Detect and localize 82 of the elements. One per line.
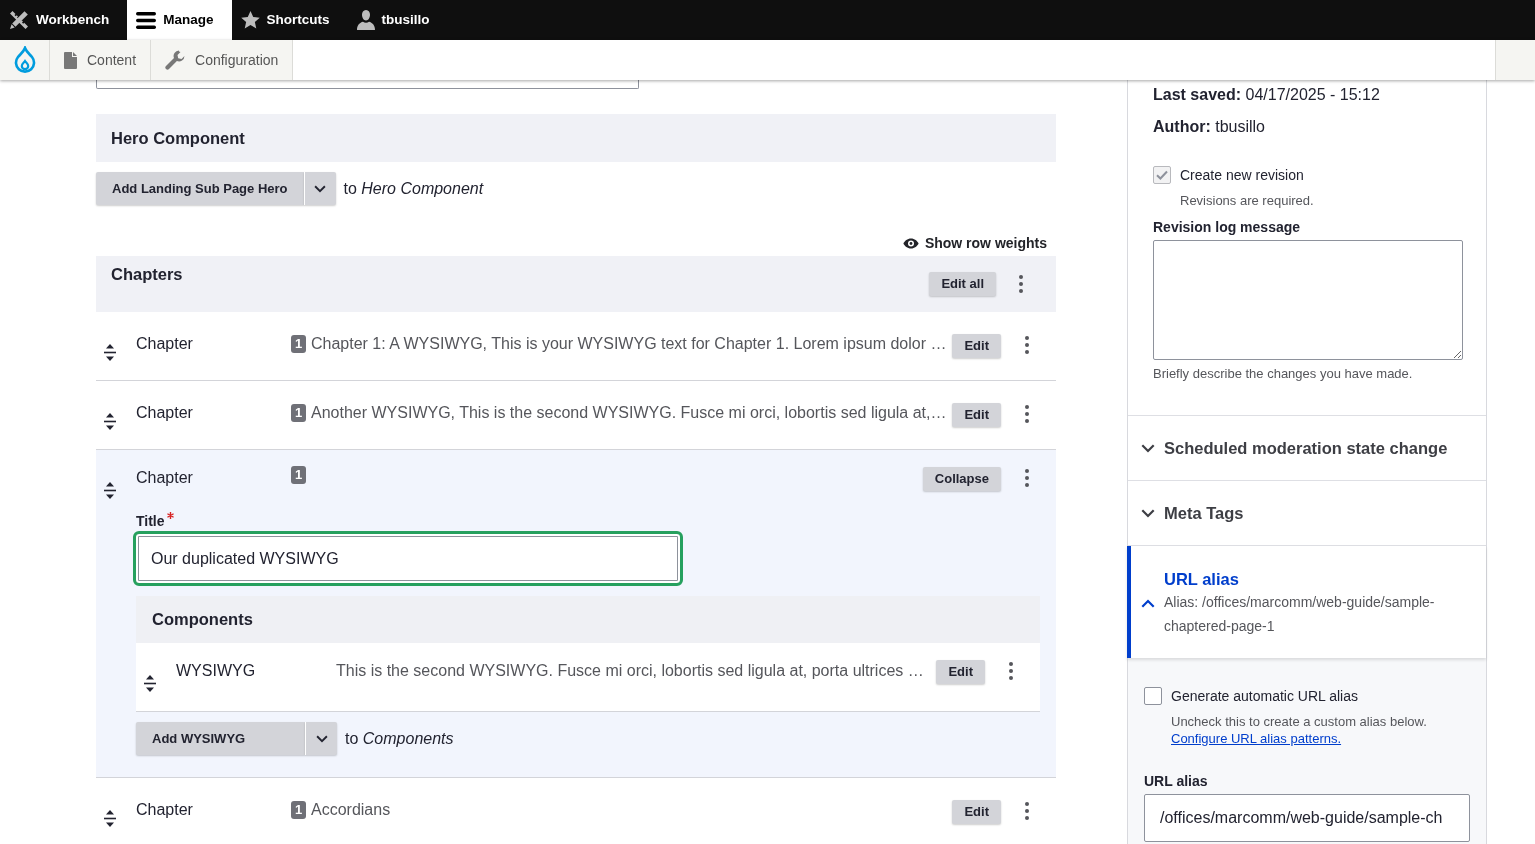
tick-icon <box>1156 170 1168 180</box>
dropdown-toggle-button[interactable] <box>303 172 336 205</box>
vertical-dots-icon <box>1025 405 1029 423</box>
add-button[interactable]: Add Landing Sub Page Hero <box>96 172 304 205</box>
field-label: Title <box>136 512 165 530</box>
help-text: Uncheck this to create a custom alias below. <box>1171 713 1427 730</box>
vertical-dots-icon <box>1009 662 1013 680</box>
menu-icon <box>136 11 157 29</box>
document-icon <box>64 51 77 69</box>
vertical-dots-icon <box>1025 802 1029 820</box>
section-toggle[interactable]: Meta Tags <box>1128 481 1486 545</box>
input-field[interactable] <box>96 80 639 89</box>
section-heading: Components <box>136 596 1040 643</box>
field-label: Revision log message <box>1153 218 1302 236</box>
field-label: URL alias <box>1144 772 1209 790</box>
row-label: Chapter <box>136 468 194 488</box>
toolbar-tab[interactable]: Shortcuts <box>231 0 348 40</box>
section-heading: Hero Component <box>96 114 1056 162</box>
toolbar-tab[interactable]: tbusillo <box>347 0 448 40</box>
show-row-weights-link[interactable]: Show row weights <box>902 235 1047 251</box>
section-toggle[interactable]: URL alias <box>1164 568 1239 590</box>
chevron-down-icon <box>1141 508 1155 518</box>
edit-button[interactable]: Edit <box>952 403 1001 427</box>
crossed-tools-icon <box>9 10 29 30</box>
row-summary: This is the second WYSIWYG. Fusce mi orci, lobortis sed ligula at, porta ultrices … <box>336 661 924 681</box>
drag-handle-icon[interactable] <box>104 344 116 361</box>
row-label: Chapter <box>136 800 194 820</box>
star-icon <box>240 11 260 29</box>
vertical-dots-icon <box>1025 336 1029 354</box>
toolbar-tab[interactable]: Workbench <box>0 0 128 40</box>
checkbox-label: Generate automatic URL alias <box>1171 687 1359 705</box>
section-summary: Alias: /offices/marcomm/web-guide/sample-chaptered-page-1 <box>1164 593 1436 636</box>
checkbox-label: Create new revision <box>1180 166 1304 184</box>
tray-link[interactable]: Content <box>50 40 152 80</box>
vertical-dots-icon <box>1019 275 1023 293</box>
chevron-down-icon <box>1141 443 1155 453</box>
home-link[interactable] <box>0 40 50 80</box>
target-label: to Hero Component <box>343 178 484 199</box>
water-drop-icon <box>12 46 37 74</box>
vertical-dots-icon <box>1025 469 1029 487</box>
collapse-button[interactable]: Collapse <box>922 467 1001 491</box>
configure-link[interactable]: Configure URL alias patterns. <box>1171 730 1342 747</box>
help-text: Revisions are required. <box>1180 193 1315 209</box>
row-label: Chapter <box>136 334 194 354</box>
tray-link[interactable]: Configuration <box>151 40 294 80</box>
user-icon <box>356 10 375 30</box>
row-summary: Accordians <box>311 800 391 820</box>
edit-button[interactable]: Edit <box>952 334 1001 358</box>
meta-text: Last saved: 04/17/2025 - 15:12 <box>1153 85 1381 105</box>
chevron-down-icon <box>314 184 326 193</box>
chevron-up-icon <box>1141 599 1155 608</box>
eye-icon <box>902 237 919 249</box>
add-button[interactable]: Add WYSIWYG <box>136 722 305 755</box>
message-field[interactable] <box>1153 240 1463 360</box>
title-input[interactable]: Our duplicated WYSIWYG <box>133 531 683 586</box>
edit-all-button[interactable]: Edit all <box>929 272 996 296</box>
toolbar-tab[interactable]: Manage <box>127 0 232 40</box>
row-label: WYSIWYG <box>176 661 257 681</box>
chevron-down-icon <box>315 734 328 743</box>
row-label: Chapter <box>136 403 194 423</box>
drag-handle-icon[interactable] <box>104 482 116 499</box>
count-badge: 1 <box>291 335 306 353</box>
target-label: to Components <box>345 728 454 749</box>
wrench-icon <box>165 50 186 70</box>
count-badge: 1 <box>291 801 306 819</box>
help-text: Briefly describe the changes you have made. <box>1153 366 1414 382</box>
tray-toggle-button[interactable] <box>1495 40 1535 80</box>
drag-handle-icon[interactable] <box>144 675 156 692</box>
edit-button[interactable]: Edit <box>952 800 1001 824</box>
edit-button[interactable]: Edit <box>936 660 985 684</box>
dropdown-toggle-button[interactable] <box>305 722 337 755</box>
row-summary: Another WYSIWYG, This is the second WYSIWYG. Fusce mi orci, lobortis sed ligula at,… <box>311 403 947 423</box>
row-summary: Chapter 1: A WYSIWYG, This is your WYSIWYG text for Chapter 1. Lorem ipsum dolor … <box>311 334 947 354</box>
drag-handle-icon[interactable] <box>104 810 116 827</box>
drag-handle-icon[interactable] <box>104 413 116 430</box>
url-alias-input[interactable]: /offices/marcomm/web-guide/sample-ch <box>1144 794 1470 842</box>
section-toggle[interactable]: Scheduled moderation state change <box>1128 416 1486 480</box>
meta-text: Author: tbusillo <box>1153 117 1266 137</box>
checkbox[interactable] <box>1144 687 1162 705</box>
count-badge: 1 <box>291 404 306 422</box>
count-badge: 1 <box>291 466 306 484</box>
section-heading: Chapters <box>111 264 184 284</box>
